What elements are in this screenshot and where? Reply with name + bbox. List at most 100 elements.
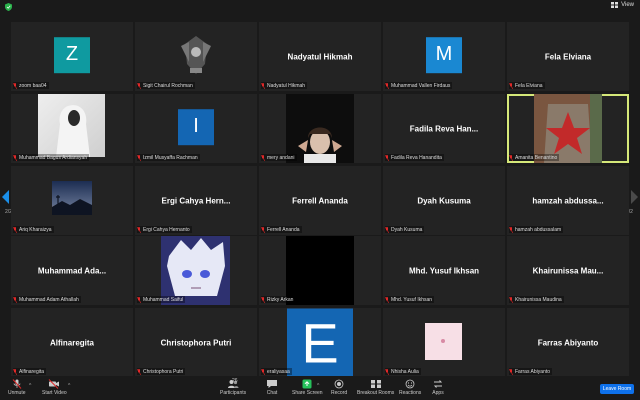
avatar-initial: E (287, 308, 353, 377)
participant-display-name: Christophora Putri (160, 338, 232, 347)
participant-name: Ferrell Ananda (267, 226, 300, 233)
leave-room-button[interactable]: Leave Room (600, 384, 634, 394)
participant-tile[interactable]: Farras Abiyanto Farras Abiyanto (507, 308, 629, 377)
avatar-photo (161, 236, 230, 305)
breakout-rooms-icon (370, 380, 381, 388)
view-label: View (621, 2, 634, 8)
video-options-caret-icon[interactable]: ^ (68, 383, 70, 389)
participant-name-label: Izmil Musyaffa Rachman (137, 154, 200, 161)
participant-display-name: Dyah Kusuma (417, 196, 471, 205)
record-label: Record (331, 390, 348, 396)
audio-options-caret-icon[interactable]: ^ (29, 383, 31, 389)
participant-name-label: Fadila Reva Hanandita (385, 154, 444, 161)
participant-name-label: Dyah Kusuma (385, 226, 425, 233)
next-page-arrow-icon[interactable] (630, 190, 638, 204)
view-button[interactable]: View (611, 2, 634, 8)
record-button[interactable]: Record (331, 379, 347, 396)
participant-tile[interactable]: Sigit Chairul Rochman (135, 22, 257, 91)
participant-tile[interactable]: Nadyatul Hikmah Nadyatul Hikmah (259, 22, 381, 91)
reactions-button[interactable]: Reactions (399, 379, 421, 396)
participant-name-label: Ferrell Ananda (261, 226, 302, 233)
video-off-icon (48, 379, 60, 389)
participant-name-label: Mhd. Yusuf Ikhsan (385, 296, 435, 303)
participant-tile[interactable]: Fela Elviana Fela Elviana (507, 22, 629, 91)
muted-mic-icon (261, 368, 265, 375)
participant-name-label: Christophora Putri (137, 368, 186, 375)
participant-name-label: Khairunissa Maudina (509, 296, 564, 303)
share-screen-label: Share Screen (292, 390, 323, 396)
participant-name: Ergi Cahya Hernanto (143, 226, 190, 233)
participant-display-name: Muhammad Ada... (37, 266, 107, 275)
participant-display-name: Nadyatul Hikmah (287, 52, 353, 61)
participant-tile[interactable]: Ergi Cahya Hern... Ergi Cahya Hernanto (135, 166, 257, 235)
participant-tile[interactable]: Ferrell Ananda Ferrell Ananda (259, 166, 381, 235)
participant-name: Muhammad Vallen Firdaus (391, 82, 451, 89)
participant-name: Mhd. Yusuf Ikhsan (391, 296, 433, 303)
participant-tile[interactable]: hamzah abdussa... hamzah abdussalam (507, 166, 629, 235)
participant-tile[interactable]: Fadila Reva Han... Fadila Reva Hanandita (383, 94, 505, 163)
chat-label: Chat (266, 390, 278, 396)
participant-tile[interactable]: Muhammad Ada... Muhammad Adam Athallah (11, 236, 133, 305)
participant-tile[interactable]: Zzoom baa04 (11, 22, 133, 91)
participant-name: Muhammad Saiful (143, 296, 184, 303)
encryption-shield-icon[interactable] (5, 3, 12, 11)
participant-tile[interactable]: Mhd. Yusuf Ikhsan Mhd. Yusuf Ikhsan (383, 236, 505, 305)
participant-tile[interactable]: M Muhammad Vallen Firdaus (383, 22, 505, 91)
participant-tile[interactable]: Alfinaregita Alfinaregita (11, 308, 133, 377)
reactions-icon (405, 379, 415, 389)
participant-tile[interactable]: Khairunissa Mau... Khairunissa Maudina (507, 236, 629, 305)
participant-name: Izmil Musyaffa Rachman (143, 154, 198, 161)
grid-view-icon (611, 2, 619, 8)
participant-name: mery andani (267, 154, 295, 161)
apps-button[interactable]: Apps (432, 379, 444, 396)
avatar-photo (425, 323, 462, 360)
muted-mic-icon (385, 296, 389, 303)
participant-name-label: Nadyatul Hikmah (261, 82, 308, 89)
previous-page-arrow-icon[interactable] (2, 190, 10, 204)
chat-button[interactable]: Chat (266, 379, 278, 396)
participant-tile[interactable]: Christophora Putri Christophora Putri (135, 308, 257, 377)
muted-mic-icon (137, 226, 141, 233)
share-options-caret-icon[interactable]: ^ (317, 383, 319, 389)
avatar-emblem (177, 34, 215, 78)
participant-tile[interactable]: Ariq Kharaizya (11, 166, 133, 235)
participant-tile[interactable]: Muhammad Bagus Ardiansyah (11, 94, 133, 163)
participant-tile[interactable]: I Izmil Musyaffa Rachman (135, 94, 257, 163)
video-feed (534, 94, 602, 163)
muted-mic-icon (261, 154, 265, 161)
participant-tile[interactable]: Nhisha Aulia (383, 308, 505, 377)
chat-icon (267, 380, 277, 388)
participant-name-label: Fela Elviana (509, 82, 545, 89)
participant-name: Amanita Benantino (515, 154, 558, 161)
breakout-rooms-button[interactable]: Breakout Rooms (357, 379, 394, 396)
avatar-initial: M (426, 36, 462, 73)
participant-name-label: Sigit Chairul Rochman (137, 82, 195, 89)
muted-mic-icon (509, 226, 513, 233)
muted-mic-icon (509, 154, 513, 161)
participant-tile[interactable]: mery andani (259, 94, 381, 163)
unmute-label: Unmute (8, 390, 26, 396)
participant-name-label: Muhammad Saiful (137, 296, 186, 303)
participant-name: hamzah abdussalam (515, 226, 562, 233)
participant-display-name: Khairunissa Mau... (532, 266, 604, 275)
participant-tile[interactable]: Muhammad Saiful (135, 236, 257, 305)
muted-mic-icon (385, 226, 389, 233)
muted-mic-icon (509, 82, 513, 89)
share-screen-icon (302, 379, 312, 389)
participant-tile[interactable]: Rizky Arkan (259, 236, 381, 305)
muted-mic-icon (13, 154, 17, 161)
participant-name: Farras Abiyanto (515, 368, 551, 375)
participant-name: Muhammad Bagus Ardiansyah (19, 154, 88, 161)
participant-tile[interactable]: Eeraliyasaa (259, 308, 381, 377)
participant-tile[interactable]: Amanita Benantino (507, 94, 629, 163)
participant-tile[interactable]: Dyah Kusuma Dyah Kusuma (383, 166, 505, 235)
participants-button[interactable]: 26 Participants (220, 378, 246, 396)
start-video-button[interactable]: Start Video (42, 379, 67, 396)
participant-name-label: Nhisha Aulia (385, 368, 421, 375)
record-icon (334, 379, 344, 389)
video-feed (286, 94, 354, 163)
muted-mic-icon (137, 154, 141, 161)
top-bar: View (0, 0, 640, 14)
muted-mic-icon (509, 368, 513, 375)
unmute-button[interactable]: Unmute (8, 379, 26, 396)
